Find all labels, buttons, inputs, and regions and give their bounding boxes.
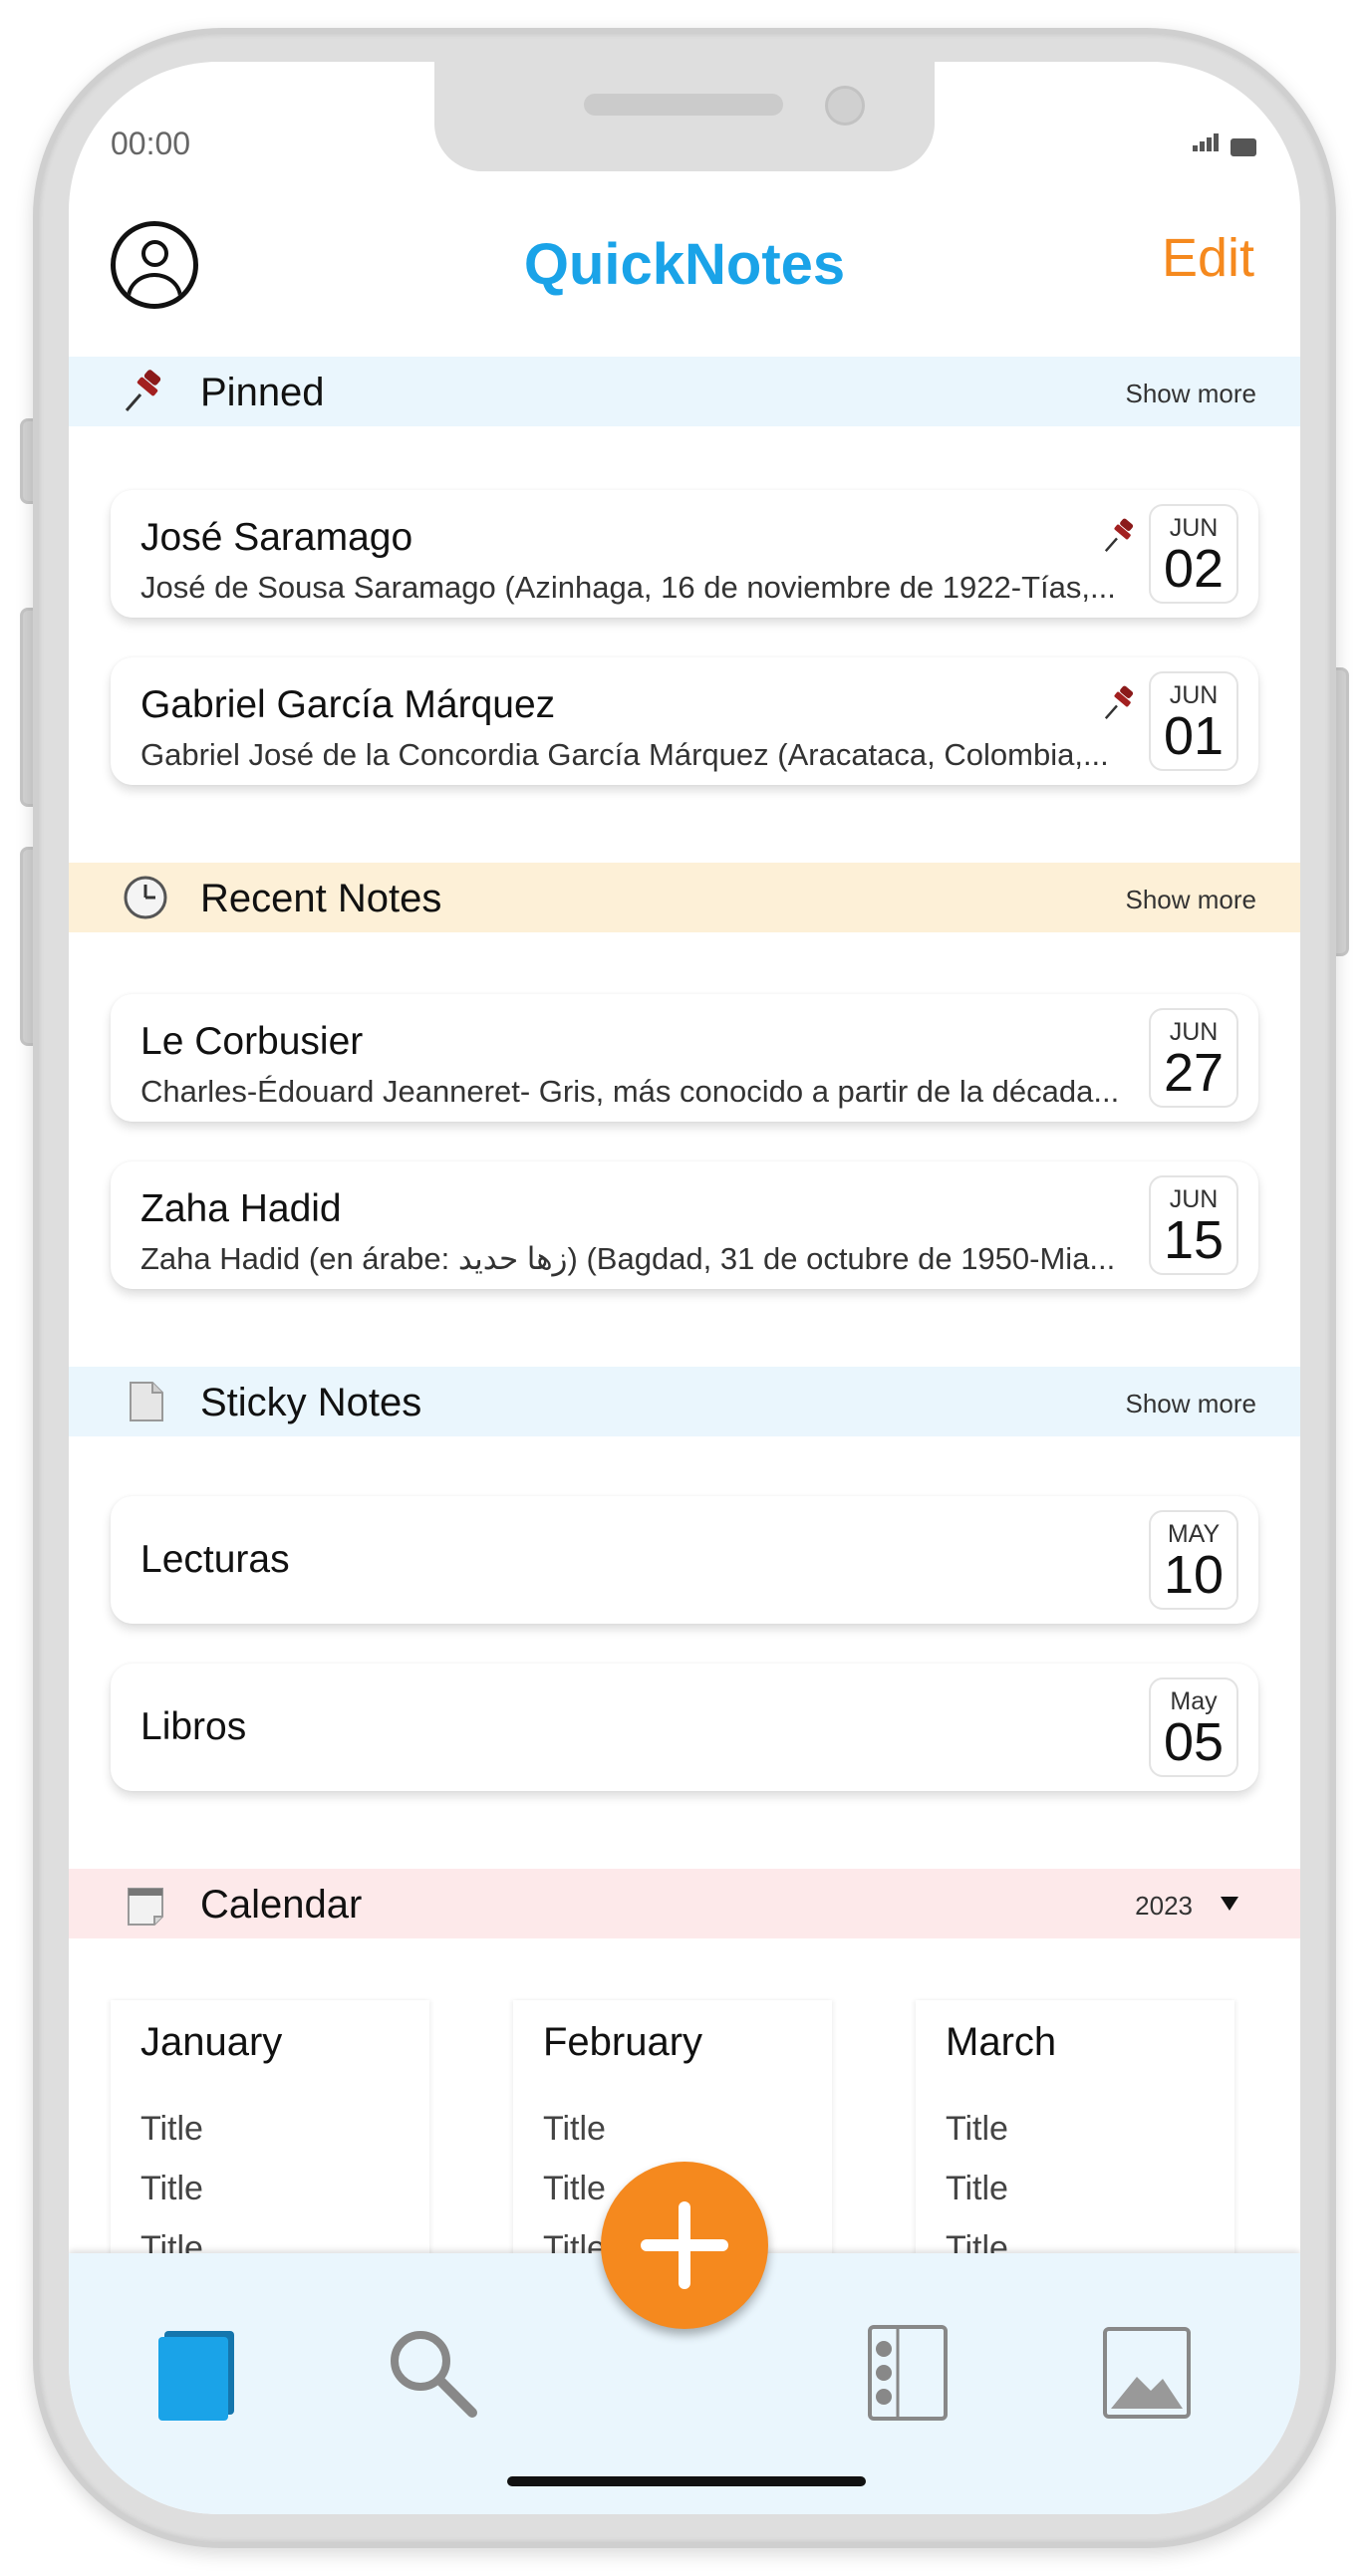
- month-item[interactable]: Title: [543, 2170, 606, 2208]
- notes-icon[interactable]: [148, 2323, 248, 2423]
- note-date-badge: JUN 01: [1149, 671, 1238, 771]
- calendar-section-header: Calendar 2023: [69, 1869, 1300, 1938]
- app-title: QuickNotes: [523, 232, 846, 297]
- note-preview: José de Sousa Saramago (Azinhaga, 16 de …: [140, 570, 1116, 605]
- pinned-section-header: Pinned Show more: [69, 357, 1300, 426]
- month-item[interactable]: Title: [946, 2170, 1008, 2208]
- recent-note-card[interactable]: Le Corbusier Charles-Édouard Jeanneret- …: [111, 994, 1258, 1122]
- date-day: 02: [1163, 539, 1225, 599]
- month-item[interactable]: Title: [140, 2110, 203, 2149]
- note-title: Lecturas: [140, 1538, 290, 1581]
- pinned-show-more-link[interactable]: Show more: [1126, 379, 1257, 409]
- note-date-badge: JUN 15: [1149, 1175, 1238, 1275]
- speaker-grille: [584, 94, 783, 116]
- note-preview: Gabriel José de la Concordia García Márq…: [140, 737, 1109, 772]
- date-day: 01: [1163, 706, 1225, 766]
- sticky-note-icon: [130, 1382, 163, 1421]
- home-indicator[interactable]: [507, 2476, 866, 2486]
- note-title: Zaha Hadid: [140, 1187, 342, 1230]
- battery-icon: [1231, 138, 1256, 156]
- signal-icon: [1193, 133, 1221, 156]
- pinned-note-card[interactable]: Gabriel García Márquez Gabriel José de l…: [111, 657, 1258, 785]
- note-preview: Zaha Hadid (en árabe: زها حديد) (Bagdad,…: [140, 1241, 1116, 1276]
- note-date-badge: MAY 10: [1149, 1510, 1238, 1610]
- note-preview: Charles-Édouard Jeanneret- Gris, más con…: [140, 1074, 1120, 1109]
- search-icon[interactable]: [383, 2323, 482, 2423]
- note-date-badge: JUN 02: [1149, 504, 1238, 604]
- app-screen: 00:00 QuickNotes Edit Pinned Show more J…: [69, 62, 1300, 2514]
- edit-button[interactable]: Edit: [1162, 227, 1254, 289]
- date-day: 15: [1163, 1210, 1225, 1270]
- chevron-down-icon[interactable]: [1221, 1897, 1238, 1911]
- month-item[interactable]: Title: [946, 2110, 1008, 2149]
- note-title: Le Corbusier: [140, 1020, 364, 1063]
- clock-icon: [124, 876, 167, 919]
- sticky-note-card[interactable]: Libros May 05: [111, 1664, 1258, 1791]
- front-camera: [825, 86, 865, 126]
- plus-icon-vertical: [679, 2201, 690, 2289]
- date-day: 05: [1163, 1712, 1225, 1772]
- date-day: 27: [1163, 1043, 1225, 1103]
- note-date-badge: JUN 27: [1149, 1008, 1238, 1108]
- add-note-button[interactable]: [601, 2162, 768, 2329]
- sticky-show-more-link[interactable]: Show more: [1126, 1389, 1257, 1419]
- recent-notes-section-header: Recent Notes Show more: [69, 863, 1300, 932]
- note-date-badge: May 05: [1149, 1677, 1238, 1777]
- calendar-icon: [128, 1888, 163, 1926]
- pushpin-icon: [125, 370, 161, 411]
- sticky-notes-title: Sticky Notes: [200, 1381, 422, 1424]
- recent-note-card[interactable]: Zaha Hadid Zaha Hadid (en árabe: زها حدي…: [111, 1161, 1258, 1289]
- year-selector[interactable]: 2023: [1135, 1891, 1193, 1922]
- status-time: 00:00: [111, 126, 191, 161]
- month-name: March: [946, 2020, 1057, 2064]
- month-item[interactable]: Title: [543, 2110, 606, 2149]
- list-icon[interactable]: [858, 2323, 958, 2423]
- date-day: 10: [1163, 1545, 1225, 1605]
- note-title: Gabriel García Márquez: [140, 683, 556, 726]
- month-name: February: [543, 2020, 703, 2064]
- recent-show-more-link[interactable]: Show more: [1126, 885, 1257, 915]
- pushpin-icon: [1104, 518, 1134, 552]
- image-icon[interactable]: [1097, 2323, 1197, 2423]
- note-title: Libros: [140, 1705, 247, 1748]
- pinned-note-card[interactable]: José Saramago José de Sousa Saramago (Az…: [111, 490, 1258, 618]
- month-name: January: [140, 2020, 283, 2064]
- status-icons: [1193, 133, 1256, 156]
- calendar-title: Calendar: [200, 1883, 363, 1927]
- note-title: José Saramago: [140, 516, 413, 559]
- sticky-notes-section-header: Sticky Notes Show more: [69, 1367, 1300, 1436]
- phone-notch: [434, 62, 935, 171]
- pinned-title: Pinned: [200, 371, 325, 414]
- sticky-note-card[interactable]: Lecturas MAY 10: [111, 1496, 1258, 1624]
- pushpin-icon: [1104, 685, 1134, 719]
- recent-notes-title: Recent Notes: [200, 877, 442, 920]
- month-item[interactable]: Title: [140, 2170, 203, 2208]
